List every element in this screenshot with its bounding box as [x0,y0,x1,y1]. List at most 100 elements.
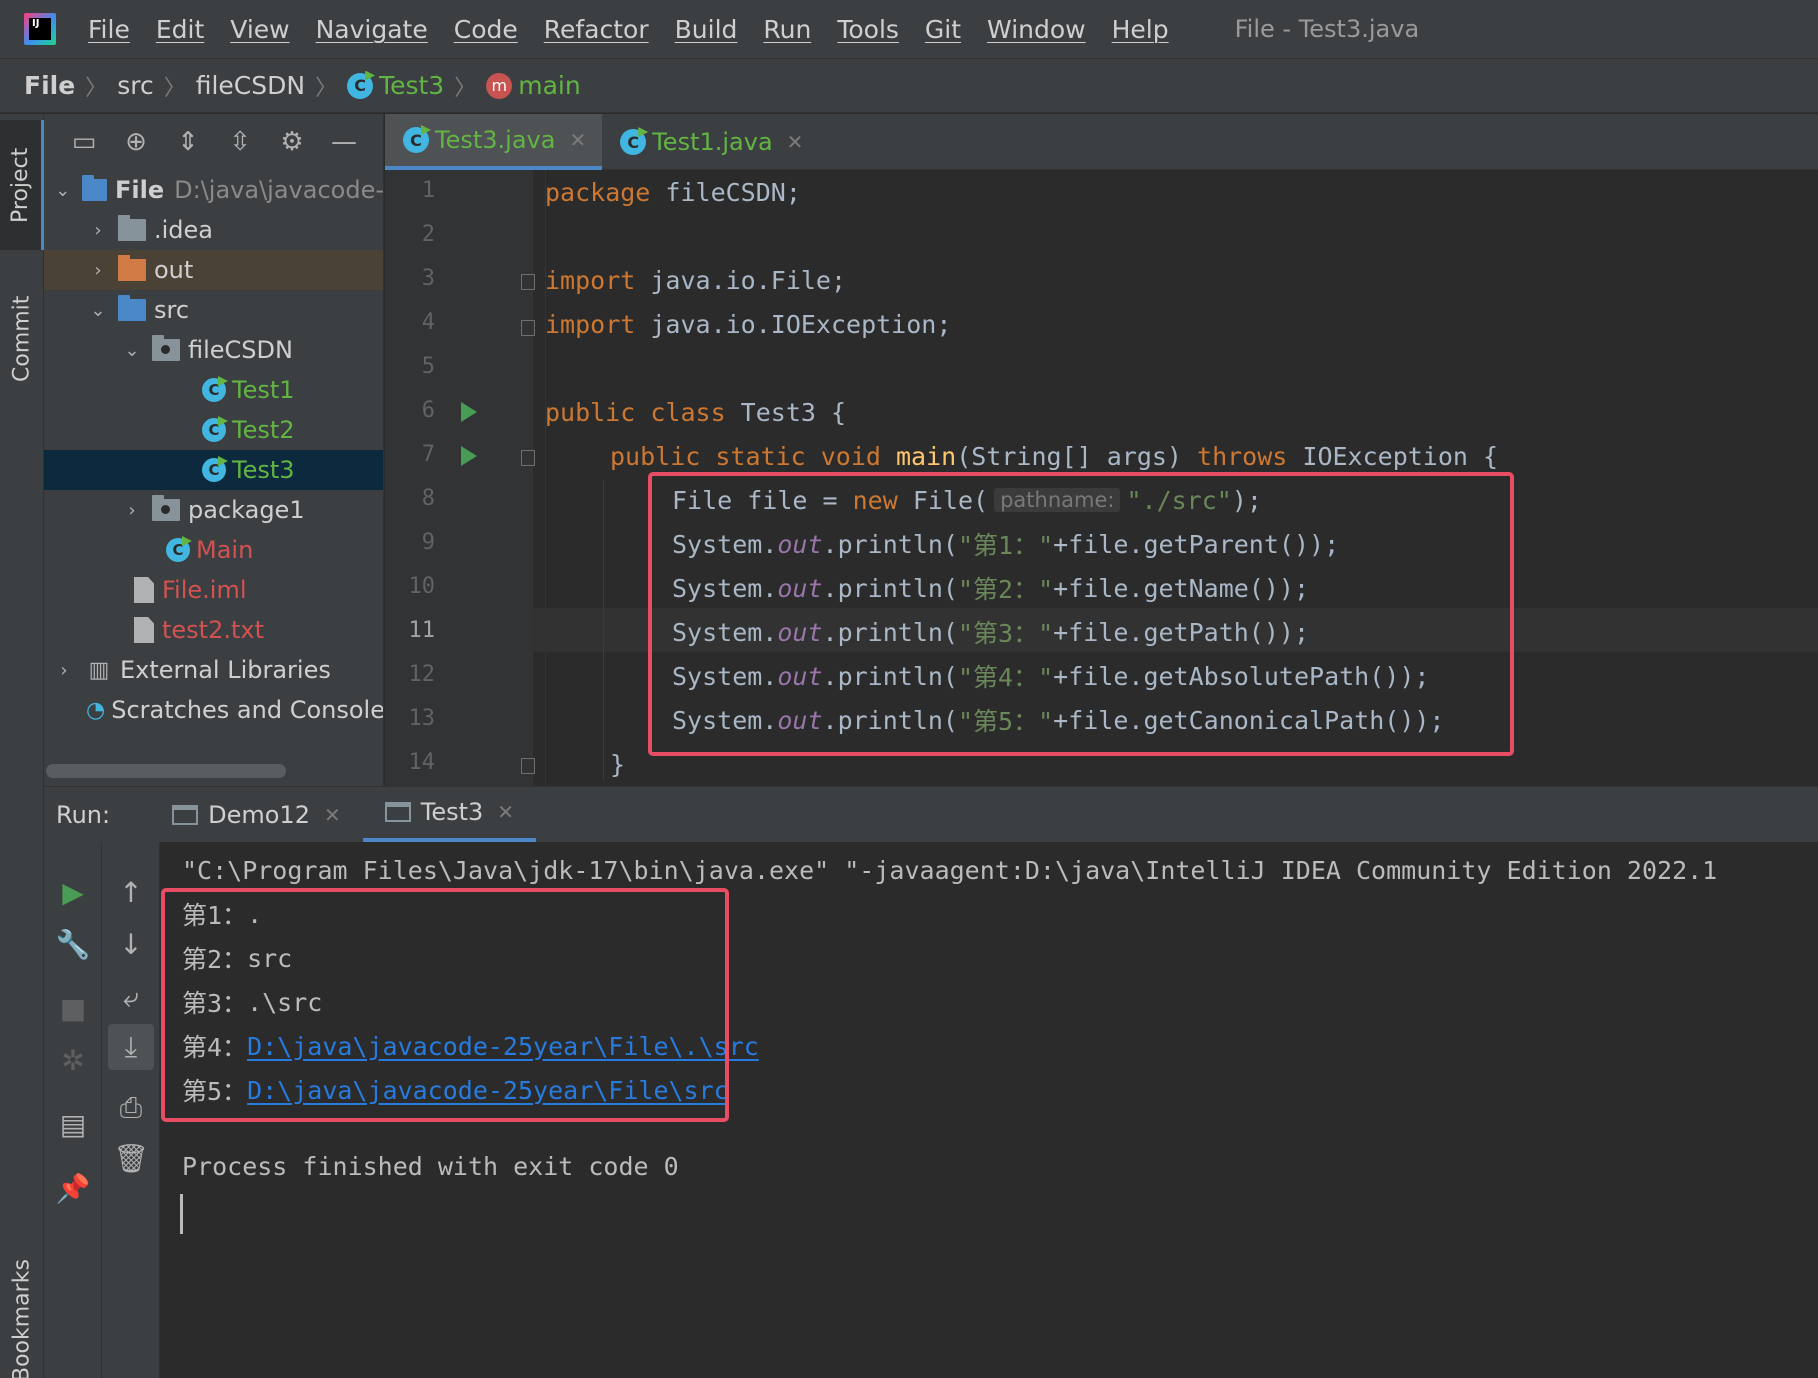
close-icon[interactable]: ✕ [569,128,586,152]
tree-item-test2[interactable]: C Test2 [44,410,383,450]
tree-item-external-libraries[interactable]: › ▥ External Libraries [44,650,383,690]
gear-icon[interactable]: ⚙ [276,126,308,158]
breadcrumb-project[interactable]: File [24,71,75,100]
run-console[interactable]: "C:\Program Files\Java\jdk-17\bin\java.e… [160,842,1818,1378]
output-highlight-box [161,888,729,1122]
fold-icon[interactable] [521,320,535,336]
project-toolbar: ▭ ⊕ ⇕ ⇳ ⚙ — [44,114,383,170]
chevron-right-icon: 〉 [315,75,338,101]
tree-item-test1[interactable]: C Test1 [44,370,383,410]
breadcrumb-class[interactable]: C Test3 [347,71,444,100]
tree-item-test3[interactable]: C Test3 [44,450,383,490]
line-number: 6 [421,398,435,423]
debug-icon[interactable]: ✲ [44,1040,102,1080]
fold-icon[interactable] [521,758,535,774]
line-number: 9 [421,530,435,555]
tree-item-root[interactable]: ⌄ File D:\java\javacode- [44,170,384,210]
tree-item-scratches[interactable]: ◔ Scratches and Consoles [44,690,383,730]
tool-tab-bookmarks[interactable]: Bookmarks [0,1260,44,1378]
tree-item-file-iml[interactable]: File.iml [44,570,383,610]
line-number: 3 [421,266,435,291]
soft-wrap-icon[interactable]: ⤶ [102,978,160,1018]
breadcrumb-method[interactable]: m main [486,71,581,100]
chevron-down-icon: ⌄ [55,179,71,201]
code-token: (String[] args) [956,441,1198,471]
menu-navigate[interactable]: Navigate [316,15,428,44]
window-title: File - Test3.java [1234,15,1420,43]
wrench-icon[interactable]: 🔧 [44,924,102,964]
code-editor[interactable]: 1 2 3 4 5 6 7 8 9 10 11 12 13 14 package… [385,170,1818,786]
print-icon[interactable]: ⎙ [102,1088,160,1128]
menu-bar: IJ File Edit View Navigate Code Refactor… [0,0,1818,58]
tree-item-idea[interactable]: › .idea [44,210,383,250]
run-tab-demo12[interactable]: Demo12 ✕ [150,787,363,843]
tree-item-out[interactable]: › out [44,250,383,290]
tree-item-test2-txt[interactable]: test2.txt [44,610,383,650]
tree-root-label: File [115,176,165,204]
java-class-icon: C [347,72,374,99]
code-token: throws [1197,441,1288,471]
menu-code[interactable]: Code [454,15,518,44]
menu-help[interactable]: Help [1112,15,1169,44]
tree-item-package1[interactable]: › package1 [44,490,383,530]
method-icon: m [486,72,513,99]
locate-icon[interactable]: ⊕ [120,126,152,158]
menu-refactor[interactable]: Refactor [544,15,649,44]
package-icon [152,495,180,521]
close-icon[interactable]: ✕ [324,803,341,827]
pin-icon[interactable]: 📌 [44,1168,102,1208]
run-main-icon[interactable] [461,446,477,466]
tree-root-path: D:\java\javacode- [174,176,384,204]
close-icon[interactable]: ✕ [497,800,514,824]
editor-tab-bar: C Test3.java ✕ C Test1.java ✕ [385,114,1818,170]
arrow-up-icon[interactable]: ↑ [102,872,160,912]
run-tab-label: Test3 [420,798,484,826]
line-number: 4 [421,310,435,335]
breadcrumb-src[interactable]: src [117,71,154,100]
menu-file[interactable]: File [88,15,130,44]
menu-git[interactable]: Git [925,15,961,44]
trash-icon[interactable]: 🗑 [102,1138,160,1178]
close-icon[interactable]: ✕ [787,130,804,154]
console-icon [384,802,411,822]
collapse-all-icon[interactable]: ⇳ [224,126,256,158]
fold-icon[interactable] [521,274,535,290]
line-number: 7 [421,442,435,467]
tree-item-label: test2.txt [162,616,265,644]
fold-icon[interactable] [521,450,535,466]
run-class-icon[interactable] [461,402,477,422]
tool-tab-commit[interactable]: Commit [0,264,44,414]
tree-item-main[interactable]: C Main [44,530,383,570]
chevron-down-icon: ⌄ [90,299,106,321]
menu-edit[interactable]: Edit [156,15,204,44]
horizontal-scrollbar[interactable] [46,764,286,778]
java-class-icon: C [202,418,226,442]
console-finished-line: Process finished with exit code 0 [182,1151,679,1181]
tree-item-label: File.iml [162,576,247,604]
tab-test3-java[interactable]: C Test3.java ✕ [385,114,603,170]
run-tab-test3[interactable]: Test3 ✕ [362,787,537,843]
stop-icon[interactable]: ■ [44,988,102,1028]
layout-icon[interactable]: ▤ [44,1104,102,1144]
menu-build[interactable]: Build [675,15,738,44]
intellij-logo-icon[interactable]: IJ [24,13,56,45]
breadcrumb-package[interactable]: fileCSDN [196,71,305,100]
tab-test1-java[interactable]: C Test1.java ✕ [602,114,819,170]
tree-item-filecsdn[interactable]: ⌄ fileCSDN [44,330,383,370]
tree-item-src[interactable]: ⌄ src [44,290,383,330]
menu-tools[interactable]: Tools [837,15,899,44]
arrow-down-icon[interactable]: ↓ [102,924,160,964]
menu-view[interactable]: View [230,15,289,44]
tool-tab-project[interactable]: Project [0,120,44,250]
scroll-to-end-icon[interactable]: ⤓ [108,1024,154,1070]
libraries-icon: ▥ [88,657,110,683]
chevron-right-icon: › [94,219,102,241]
text-caret [180,1194,183,1234]
menu-window[interactable]: Window [987,15,1086,44]
tree-item-label: External Libraries [120,656,331,684]
hide-panel-icon[interactable]: — [328,126,360,158]
select-opened-file-icon[interactable]: ▭ [68,126,100,158]
expand-all-icon[interactable]: ⇕ [172,126,204,158]
menu-run[interactable]: Run [763,15,811,44]
rerun-icon[interactable]: ▶ [44,872,102,912]
